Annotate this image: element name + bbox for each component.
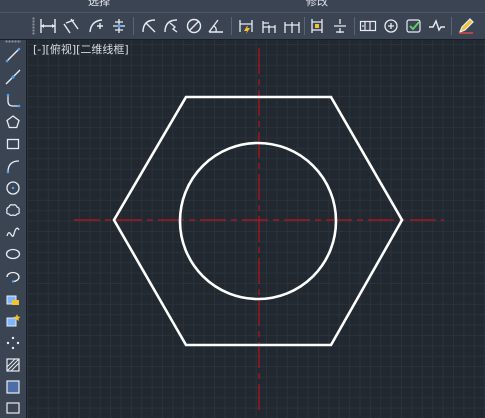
quick-dimension-icon[interactable] — [235, 15, 257, 37]
ordinate-dimension-icon[interactable] — [108, 15, 130, 37]
polyline-icon[interactable] — [2, 90, 24, 110]
jogged-dimension-icon[interactable] — [160, 15, 182, 37]
make-block-icon[interactable] — [2, 311, 24, 331]
center-mark-icon[interactable] — [380, 15, 402, 37]
dimension-space-icon[interactable] — [306, 15, 328, 37]
ribbon-tab-strip: 选择 修改 — [0, 0, 485, 12]
gradient-icon[interactable] — [2, 377, 24, 397]
toolbar-grip[interactable] — [32, 17, 35, 35]
hexagon-outline[interactable] — [112, 95, 404, 347]
toolbar-separator — [354, 17, 355, 35]
ribbon-tab-select[interactable]: 选择 — [88, 0, 110, 9]
arc-icon[interactable] — [2, 156, 24, 176]
tolerance-icon[interactable] — [357, 15, 379, 37]
polygon-icon[interactable] — [2, 112, 24, 132]
diameter-dimension-icon[interactable] — [183, 15, 205, 37]
radius-dimension-icon[interactable] — [138, 15, 160, 37]
spline-icon[interactable] — [2, 222, 24, 242]
dimension-edit-icon[interactable] — [455, 15, 477, 37]
draw-toolbar — [0, 40, 27, 418]
viewport-controls-label[interactable]: [-][俯视][二维线框] — [33, 41, 129, 57]
rectangle-icon[interactable] — [2, 134, 24, 154]
line-icon[interactable] — [2, 45, 24, 65]
angular-dimension-icon[interactable] — [205, 15, 227, 37]
aligned-dimension-icon[interactable] — [60, 15, 82, 37]
dimension-toolbar — [0, 12, 485, 40]
model-viewport[interactable]: [-][俯视][二维线框] — [27, 40, 485, 418]
jog-line-icon[interactable] — [426, 15, 448, 37]
insert-block-icon[interactable] — [2, 289, 24, 309]
hatch-icon[interactable] — [2, 355, 24, 375]
arc-length-icon[interactable] — [85, 15, 107, 37]
point-icon[interactable] — [2, 333, 24, 353]
ribbon-tab-modify[interactable]: 修改 — [306, 0, 328, 9]
toolbar-separator — [451, 17, 452, 35]
palette-grip[interactable] — [5, 40, 21, 43]
revision-cloud-icon[interactable] — [2, 200, 24, 220]
ellipse-arc-icon[interactable] — [2, 266, 24, 286]
inspection-icon[interactable] — [403, 15, 425, 37]
baseline-dimension-icon[interactable] — [258, 15, 280, 37]
linear-dimension-icon[interactable] — [37, 15, 59, 37]
drawing-canvas[interactable] — [27, 40, 485, 418]
inner-circle[interactable] — [178, 141, 338, 301]
boundary-icon[interactable] — [2, 398, 24, 418]
toolbar-separator — [133, 17, 134, 35]
circle-icon[interactable] — [2, 178, 24, 198]
continue-dimension-icon[interactable] — [281, 15, 303, 37]
ellipse-icon[interactable] — [2, 244, 24, 264]
toolbar-separator — [231, 17, 232, 35]
toolbar-separator — [304, 17, 305, 35]
dimension-break-icon[interactable] — [329, 15, 351, 37]
construction-line-icon[interactable] — [2, 67, 24, 87]
